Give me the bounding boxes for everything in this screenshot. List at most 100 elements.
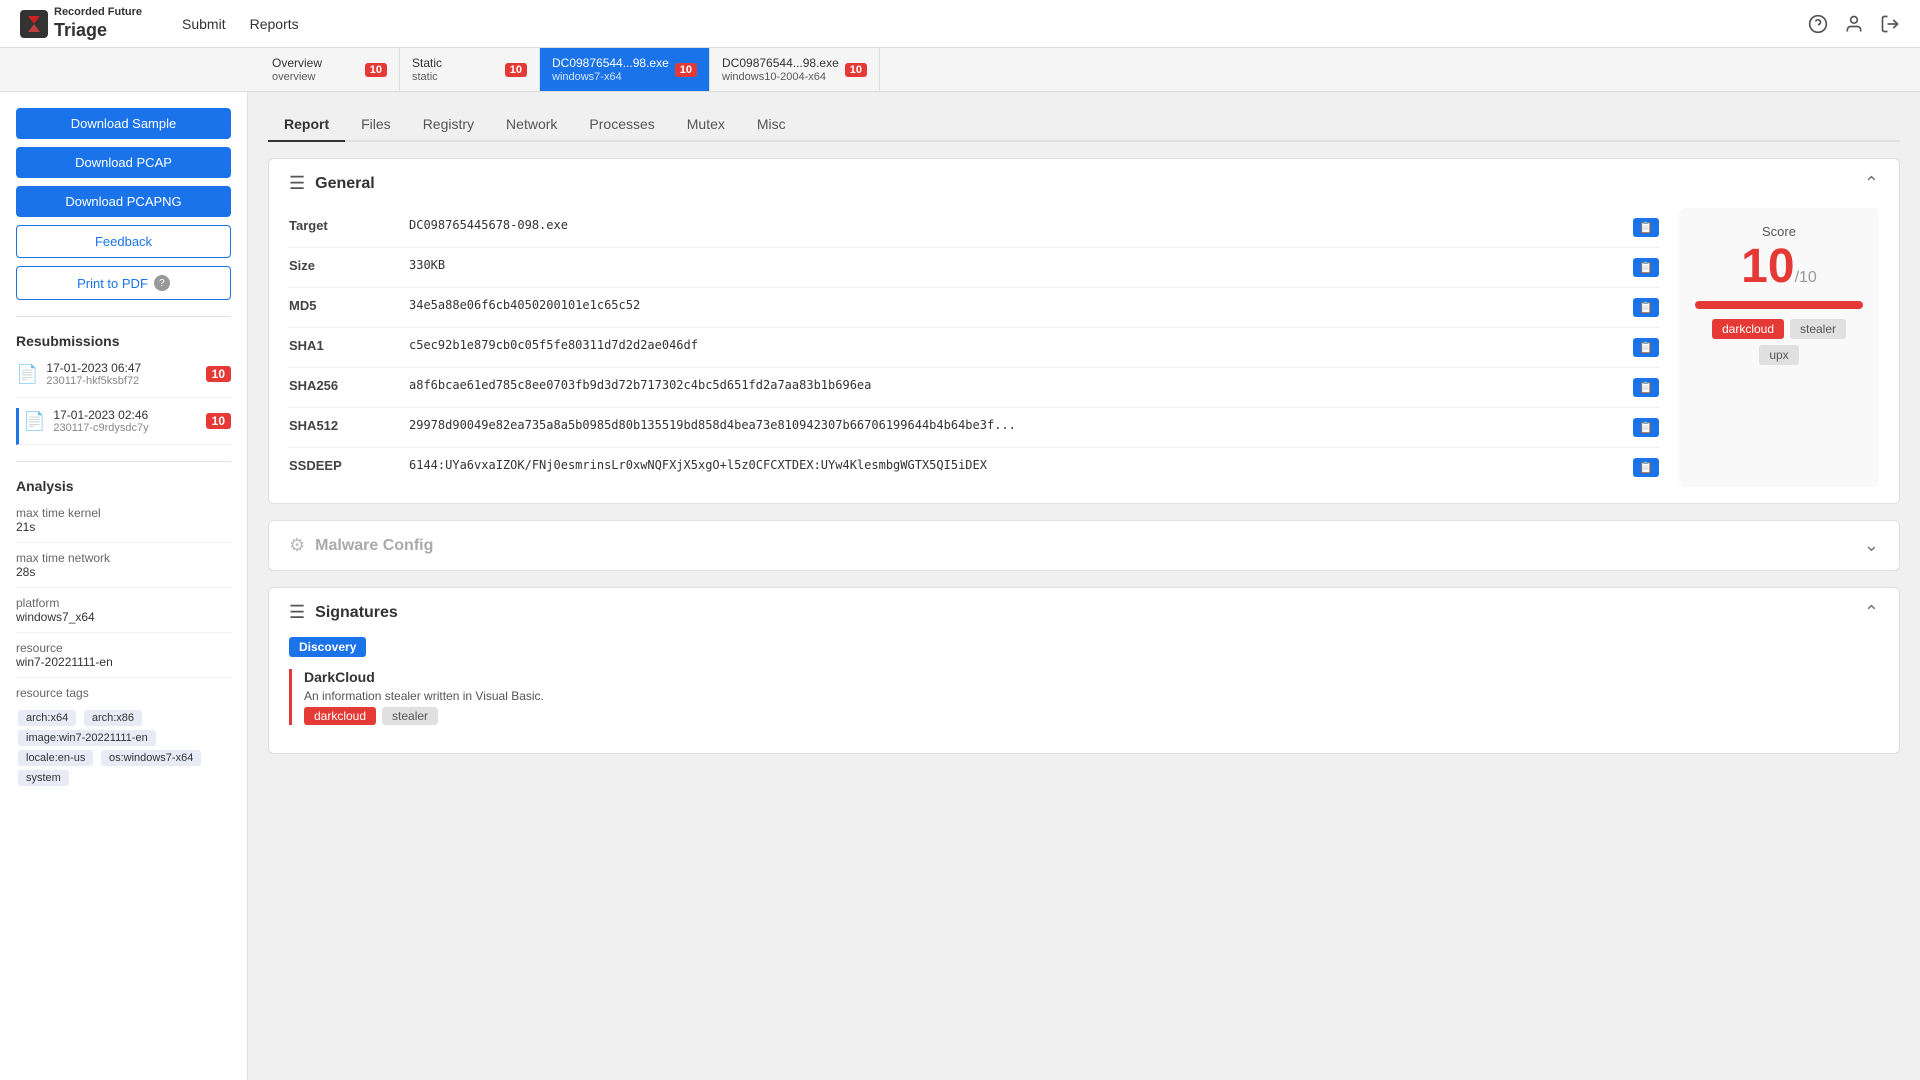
- nav-submit[interactable]: Submit: [182, 16, 226, 32]
- resub-badge-1: 10: [206, 366, 231, 382]
- signatures-body: Discovery DarkCloud An information steal…: [269, 637, 1899, 753]
- tab-dc98-w7[interactable]: DC09876544...98.exe windows7-x64 10: [540, 48, 710, 91]
- resubmission-item-1[interactable]: 📄 17-01-2023 06:47 230117-hkf5ksbf72 10: [16, 361, 231, 398]
- signatures-card-header[interactable]: ☰ Signatures ⌃: [269, 588, 1899, 637]
- logout-icon[interactable]: [1880, 14, 1900, 34]
- logo-icon: [20, 10, 48, 38]
- tab-static[interactable]: Static static 10: [400, 48, 540, 91]
- tab-dc98-w10[interactable]: DC09876544...98.exe windows10-2004-x64 1…: [710, 48, 880, 91]
- score-panel: Score 10/10 darkcloud stealer upx: [1679, 208, 1879, 487]
- resub-badge-2: 10: [206, 413, 231, 429]
- tag-os: os:windows7-x64: [101, 750, 201, 766]
- resubmission-item-2[interactable]: 📄 17-01-2023 02:46 230117-c9rdysdc7y 10: [16, 408, 231, 445]
- tag-image: image:win7-20221111-en: [18, 730, 156, 746]
- signatures-chevron-up-icon: ⌃: [1864, 602, 1879, 623]
- tag-arch-x86: arch:x86: [84, 710, 142, 726]
- signatures-icon: ☰: [289, 602, 305, 623]
- score-tags: darkcloud stealer upx: [1695, 319, 1863, 365]
- general-card: ☰ General ⌃ Target DC098765445678-098.ex…: [268, 158, 1900, 504]
- sidebar: Download Sample Download PCAP Download P…: [0, 92, 248, 1080]
- analysis-title: Analysis: [16, 478, 231, 494]
- analysis-resource-tags: resource tags: [16, 686, 231, 700]
- copy-sha1[interactable]: 📋: [1633, 338, 1659, 357]
- tag-system: system: [18, 770, 69, 786]
- analysis-network-time: max time network 28s: [16, 551, 231, 579]
- sub-tabs: Report Files Registry Network Processes …: [268, 108, 1900, 142]
- signatures-card: ☰ Signatures ⌃ Discovery DarkCloud An in…: [268, 587, 1900, 754]
- resub-id-2: 230117-c9rdysdc7y: [53, 422, 197, 434]
- resub-file-icon-1: 📄: [16, 364, 38, 385]
- print-help-icon: ?: [154, 275, 170, 291]
- sig-darkcloud-tags: darkcloud stealer: [304, 707, 1879, 725]
- tab-static-badge: 10: [505, 63, 527, 77]
- tab-overview[interactable]: Overview overview 10: [260, 48, 400, 91]
- field-target: Target DC098765445678-098.exe 📋: [289, 208, 1659, 248]
- score-label: Score: [1695, 224, 1863, 239]
- malware-config-chevron-icon: ⌄: [1864, 535, 1879, 556]
- general-fields: Target DC098765445678-098.exe 📋 Size 330…: [289, 208, 1659, 487]
- signatures-title: Signatures: [315, 604, 398, 622]
- copy-sha256[interactable]: 📋: [1633, 378, 1659, 397]
- copy-sha512[interactable]: 📋: [1633, 418, 1659, 437]
- resubmissions-title: Resubmissions: [16, 333, 231, 349]
- subtab-registry[interactable]: Registry: [407, 108, 490, 142]
- sig-tag-darkcloud: darkcloud: [304, 707, 376, 725]
- sig-darkcloud-name: DarkCloud: [304, 669, 1879, 685]
- print-pdf-button[interactable]: Print to PDF ?: [16, 266, 231, 300]
- subtab-mutex[interactable]: Mutex: [671, 108, 741, 142]
- subtab-files[interactable]: Files: [345, 108, 407, 142]
- tab-overview-badge: 10: [365, 63, 387, 77]
- copy-size[interactable]: 📋: [1633, 258, 1659, 277]
- resource-tags-container: arch:x64 arch:x86 image:win7-20221111-en…: [16, 708, 231, 788]
- topnav: Recorded Future Triage Submit Reports: [0, 0, 1920, 48]
- user-icon[interactable]: [1844, 14, 1864, 34]
- tabbar: Overview overview 10 Static static 10 DC…: [0, 48, 1920, 92]
- field-size: Size 330KB 📋: [289, 248, 1659, 288]
- general-body: Target DC098765445678-098.exe 📋 Size 330…: [269, 208, 1899, 503]
- copy-ssdeep[interactable]: 📋: [1633, 458, 1659, 477]
- field-sha256: SHA256 a8f6bcae61ed785c8ee0703fb9d3d72b7…: [289, 368, 1659, 408]
- general-card-header[interactable]: ☰ General ⌃: [269, 159, 1899, 208]
- score-tag-upx: upx: [1759, 345, 1798, 365]
- subtab-misc[interactable]: Misc: [741, 108, 802, 142]
- brand-small: Recorded Future: [54, 6, 142, 19]
- subtab-network[interactable]: Network: [490, 108, 573, 142]
- score-tag-darkcloud: darkcloud: [1712, 319, 1784, 339]
- score-value: 10: [1741, 240, 1794, 293]
- layout: Download Sample Download PCAP Download P…: [0, 92, 1920, 1080]
- field-sha512: SHA512 29978d90049e82ea735a8a5b0985d80b1…: [289, 408, 1659, 448]
- field-sha1: SHA1 c5ec92b1e879cb0c05f5fe80311d7d2d2ae…: [289, 328, 1659, 368]
- subtab-report[interactable]: Report: [268, 108, 345, 142]
- analysis-platform: platform windows7_x64: [16, 596, 231, 624]
- general-icon: ☰: [289, 173, 305, 194]
- help-icon[interactable]: [1808, 14, 1828, 34]
- tab-dc98-w7-badge: 10: [675, 63, 697, 77]
- resub-date-2: 17-01-2023 02:46: [53, 408, 197, 422]
- resub-file-icon-2: 📄: [23, 411, 45, 432]
- subtab-processes[interactable]: Processes: [573, 108, 670, 142]
- score-tag-stealer: stealer: [1790, 319, 1846, 339]
- malware-config-title: Malware Config: [315, 537, 433, 555]
- main-content: Report Files Registry Network Processes …: [248, 92, 1920, 1080]
- general-inner: Target DC098765445678-098.exe 📋 Size 330…: [289, 208, 1879, 487]
- malware-config-card: ⚙ Malware Config ⌄: [268, 520, 1900, 571]
- copy-target[interactable]: 📋: [1633, 218, 1659, 237]
- download-sample-button[interactable]: Download Sample: [16, 108, 231, 139]
- brand-large: Triage: [54, 20, 142, 41]
- resub-id-1: 230117-hkf5ksbf72: [46, 375, 197, 387]
- sidebar-divider-2: [16, 461, 231, 462]
- copy-md5[interactable]: 📋: [1633, 298, 1659, 317]
- score-bar: [1695, 301, 1863, 309]
- malware-config-header[interactable]: ⚙ Malware Config ⌄: [269, 521, 1899, 570]
- discovery-filter-badge[interactable]: Discovery: [289, 637, 366, 657]
- download-pcap-button[interactable]: Download PCAP: [16, 147, 231, 178]
- resub-date-1: 17-01-2023 06:47: [46, 361, 197, 375]
- general-chevron-up-icon: ⌃: [1864, 173, 1879, 194]
- sig-darkcloud-desc: An information stealer written in Visual…: [304, 689, 1879, 703]
- sig-tag-stealer: stealer: [382, 707, 438, 725]
- malware-config-icon: ⚙: [289, 535, 305, 556]
- nav-reports[interactable]: Reports: [250, 16, 299, 32]
- download-pcapng-button[interactable]: Download PCAPNG: [16, 186, 231, 217]
- analysis-kernel-time: max time kernel 21s: [16, 506, 231, 534]
- feedback-button[interactable]: Feedback: [16, 225, 231, 258]
